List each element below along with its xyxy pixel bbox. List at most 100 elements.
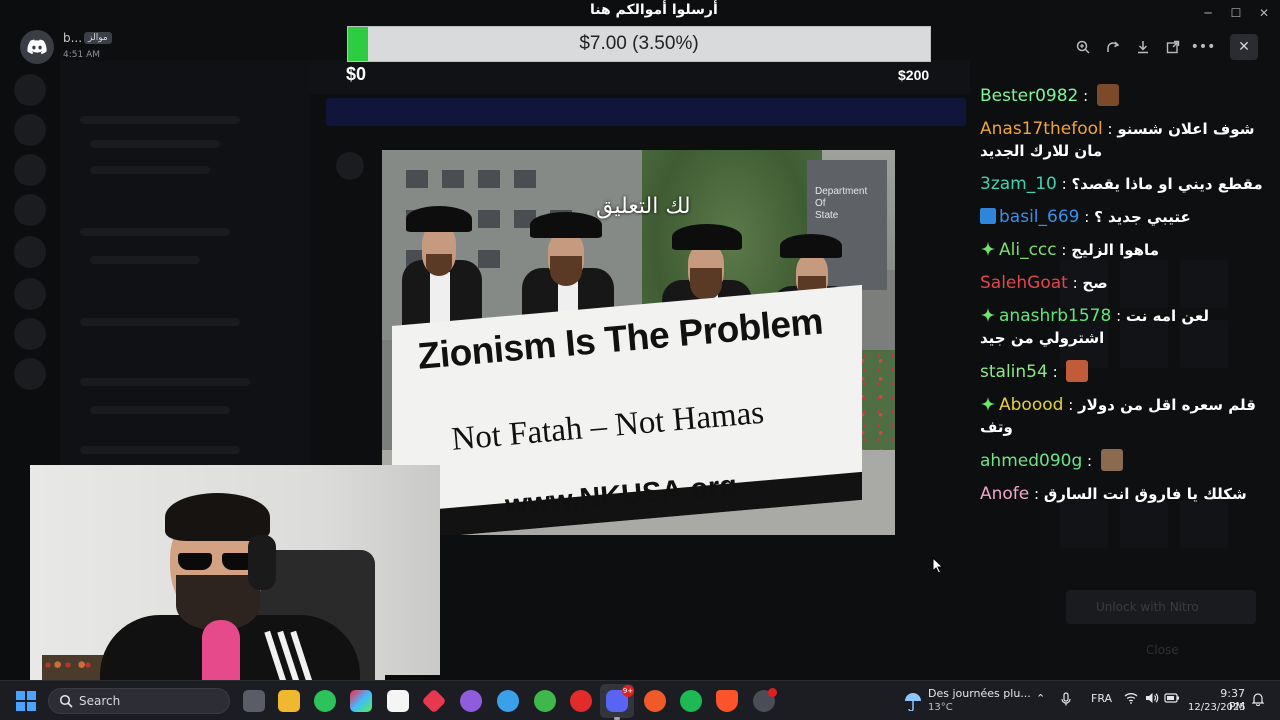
chat-separator: : (1079, 208, 1095, 226)
notification-bell-icon[interactable] (1251, 692, 1265, 709)
donation-goal-min: $0 (346, 64, 367, 84)
chat-message: ahmed090g : (980, 449, 1270, 472)
image-viewer-toolbar: ••• (1068, 34, 1218, 60)
notification-tag: موالز (84, 32, 112, 44)
microphone-icon[interactable] (1061, 692, 1071, 709)
chat-separator: : (1078, 87, 1093, 105)
chat-separator: : (1111, 307, 1126, 325)
utorrent-icon[interactable] (534, 690, 556, 712)
diamond-badge (980, 307, 996, 323)
donation-goal-bar: $7.00 (3.50%) (347, 26, 931, 62)
chat-separator: : (1067, 274, 1083, 292)
notification-username: b... (63, 31, 83, 45)
chat-username[interactable]: Ali_ccc (999, 240, 1057, 260)
chat-separator: : (1056, 241, 1072, 259)
donation-goal-title: أرسلوا أموالكم هنا (590, 2, 718, 18)
chat-message: Anas17thefool : شوف اعلان شسنو مان للارك… (980, 118, 1270, 162)
arrow-badge (980, 208, 996, 224)
battery-icon[interactable] (1164, 692, 1180, 707)
chat-message: 3zam_10 : مقطع ديني او ماذا يقصد؟ (980, 173, 1270, 195)
mouse-cursor-icon (932, 557, 944, 574)
chat-message: Anofe : شكلك يا فاروق انت السارق (980, 483, 1270, 505)
sign-text: Department Of State (815, 186, 868, 221)
weather-temperature: 13°C (928, 702, 953, 713)
zoom-icon[interactable] (1068, 34, 1098, 60)
message-avatar-background (336, 152, 364, 180)
diamond-badge (980, 241, 996, 257)
spotify-icon[interactable] (680, 690, 702, 712)
shared-image[interactable]: Department Of State Zionism Is The Probl… (382, 150, 895, 535)
chat-separator: : (1082, 452, 1097, 470)
taskbar-search[interactable]: Search (48, 688, 230, 714)
chat-app-icon[interactable] (460, 690, 482, 712)
chat-separator: : (1056, 175, 1072, 193)
unlock-nitro-label: Unlock with Nitro (1096, 600, 1199, 614)
close-link[interactable]: Close (1146, 643, 1179, 657)
chat-separator: : (1063, 396, 1079, 414)
chat-username[interactable]: Bester0982 (980, 86, 1078, 106)
desktop: Unlock with Nitro Close b... موالز 4:51 … (0, 0, 1280, 720)
chat-separator: : (1047, 363, 1063, 381)
chat-message: basil_669 : عتيبي جديد ؟ (980, 206, 1270, 228)
task-view-icon[interactable] (243, 690, 265, 712)
more-icon[interactable]: ••• (1188, 34, 1218, 60)
copilot-icon[interactable] (350, 690, 372, 712)
chat-emote-icon (1096, 84, 1119, 106)
close-icon[interactable]: ✕ (1230, 34, 1258, 60)
chat-username[interactable]: basil_669 (999, 207, 1079, 227)
search-placeholder: Search (79, 694, 121, 708)
chat-username[interactable]: Anas17thefool (980, 119, 1103, 139)
xbox-icon[interactable] (314, 690, 336, 712)
chat-username[interactable]: 3zam_10 (980, 174, 1057, 194)
minimize-icon[interactable]: ─ (1198, 6, 1218, 20)
chat-username[interactable]: stalin54 (980, 362, 1048, 382)
chat-emote-icon (1066, 360, 1089, 382)
chat-username[interactable]: Anofe (980, 484, 1029, 504)
steam-notification-dot (768, 688, 777, 697)
image-caption: لك التعليق (596, 194, 691, 219)
donation-goal-amount: $7.00 (3.50%) (579, 33, 699, 54)
webcam-feed (30, 465, 440, 695)
chat-username[interactable]: SalehGoat (980, 273, 1068, 293)
chat-text: صح (1082, 274, 1108, 292)
weather-summary[interactable]: Des journées plu... (928, 687, 1031, 700)
chat-separator: : (1029, 485, 1044, 503)
chat-emote-icon (1100, 449, 1123, 471)
channel-header-background (310, 60, 970, 94)
ea-app-icon[interactable] (644, 690, 666, 712)
edge-icon[interactable] (497, 690, 519, 712)
chat-message: SalehGoat : صح (980, 272, 1270, 294)
chevron-up-icon[interactable]: ⌃ (1036, 692, 1045, 705)
rain-weather-icon (905, 693, 921, 711)
open-external-icon[interactable] (1158, 34, 1188, 60)
chat-separator: : (1102, 120, 1118, 138)
chat-text: شكلك يا فاروق انت السارق (1043, 485, 1247, 503)
chat-text: ماهوا الزليج (1071, 241, 1159, 259)
microsoft-store-icon[interactable] (387, 690, 409, 712)
chat-username[interactable]: anashrb1578 (999, 306, 1111, 326)
volume-icon[interactable] (1145, 692, 1159, 707)
windows-start-icon[interactable] (16, 691, 36, 711)
rotate-icon[interactable] (1098, 34, 1128, 60)
chat-message: Aboood : قلم سعره اقل من دولار وتف (980, 394, 1270, 438)
search-icon (59, 694, 73, 708)
download-icon[interactable] (1128, 34, 1158, 60)
opera-icon[interactable] (570, 690, 592, 712)
clock-date[interactable]: 12/23/2025 (1188, 702, 1246, 713)
wifi-icon[interactable] (1124, 692, 1138, 707)
language-indicator[interactable]: FRA (1091, 692, 1112, 705)
brave-icon[interactable] (716, 690, 738, 712)
window-close-icon[interactable]: ✕ (1254, 6, 1274, 20)
discord-icon (27, 39, 47, 55)
file-explorer-icon[interactable] (278, 690, 300, 712)
chat-message: stalin54 : (980, 360, 1270, 383)
chat-username[interactable]: Aboood (999, 395, 1063, 415)
chat-message: Ali_ccc : ماهوا الزليج (980, 239, 1270, 261)
chat-message: Bester0982 : (980, 84, 1270, 107)
maximize-icon[interactable]: ☐ (1226, 6, 1246, 20)
discord-avatar (20, 30, 54, 64)
ruby-app-icon[interactable] (421, 688, 447, 714)
chat-text: عتيبي جديد ؟ (1094, 208, 1191, 226)
diamond-badge (980, 396, 996, 412)
chat-username[interactable]: ahmed090g (980, 451, 1082, 471)
